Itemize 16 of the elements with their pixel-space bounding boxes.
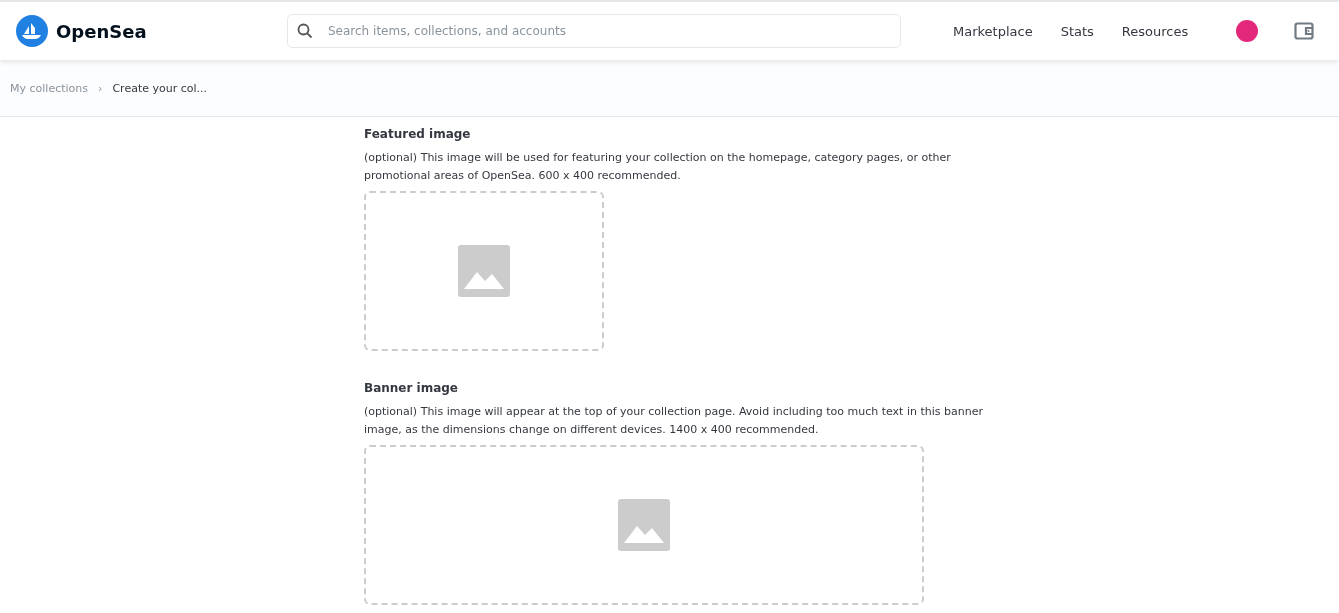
section-description: (optional) This image will be used for featuring your collection on the homepage, category pages, or other promotional areas of OpenSea. 600 x 400 recommended. (364, 150, 952, 184)
section-description: (optional) This image will appear at the top of your collection page. Avoid including too much text in this banner image, as the dimensions change on different devices. 1400 x 400 recommended. (364, 404, 984, 438)
section-title: Featured image (364, 127, 472, 141)
image-placeholder-icon (458, 245, 510, 297)
ship-logo-icon[interactable] (16, 15, 48, 47)
wallet-icon[interactable] (1294, 21, 1315, 41)
section-title: Banner image (364, 381, 459, 395)
breadcrumb-link[interactable]: Create your col... (112, 81, 208, 95)
avatar-icon[interactable] (1236, 20, 1259, 42)
nav-link[interactable]: Marketplace (953, 23, 1033, 39)
nav-link[interactable]: Resources (1121, 23, 1189, 39)
search-field[interactable]: Search items, collections, and accounts (287, 14, 901, 48)
image-placeholder-icon (618, 499, 670, 551)
nav-link[interactable]: Stats (1060, 23, 1094, 39)
brand-name[interactable]: OpenSea (56, 20, 147, 42)
breadcrumb-separator: › (98, 81, 103, 95)
